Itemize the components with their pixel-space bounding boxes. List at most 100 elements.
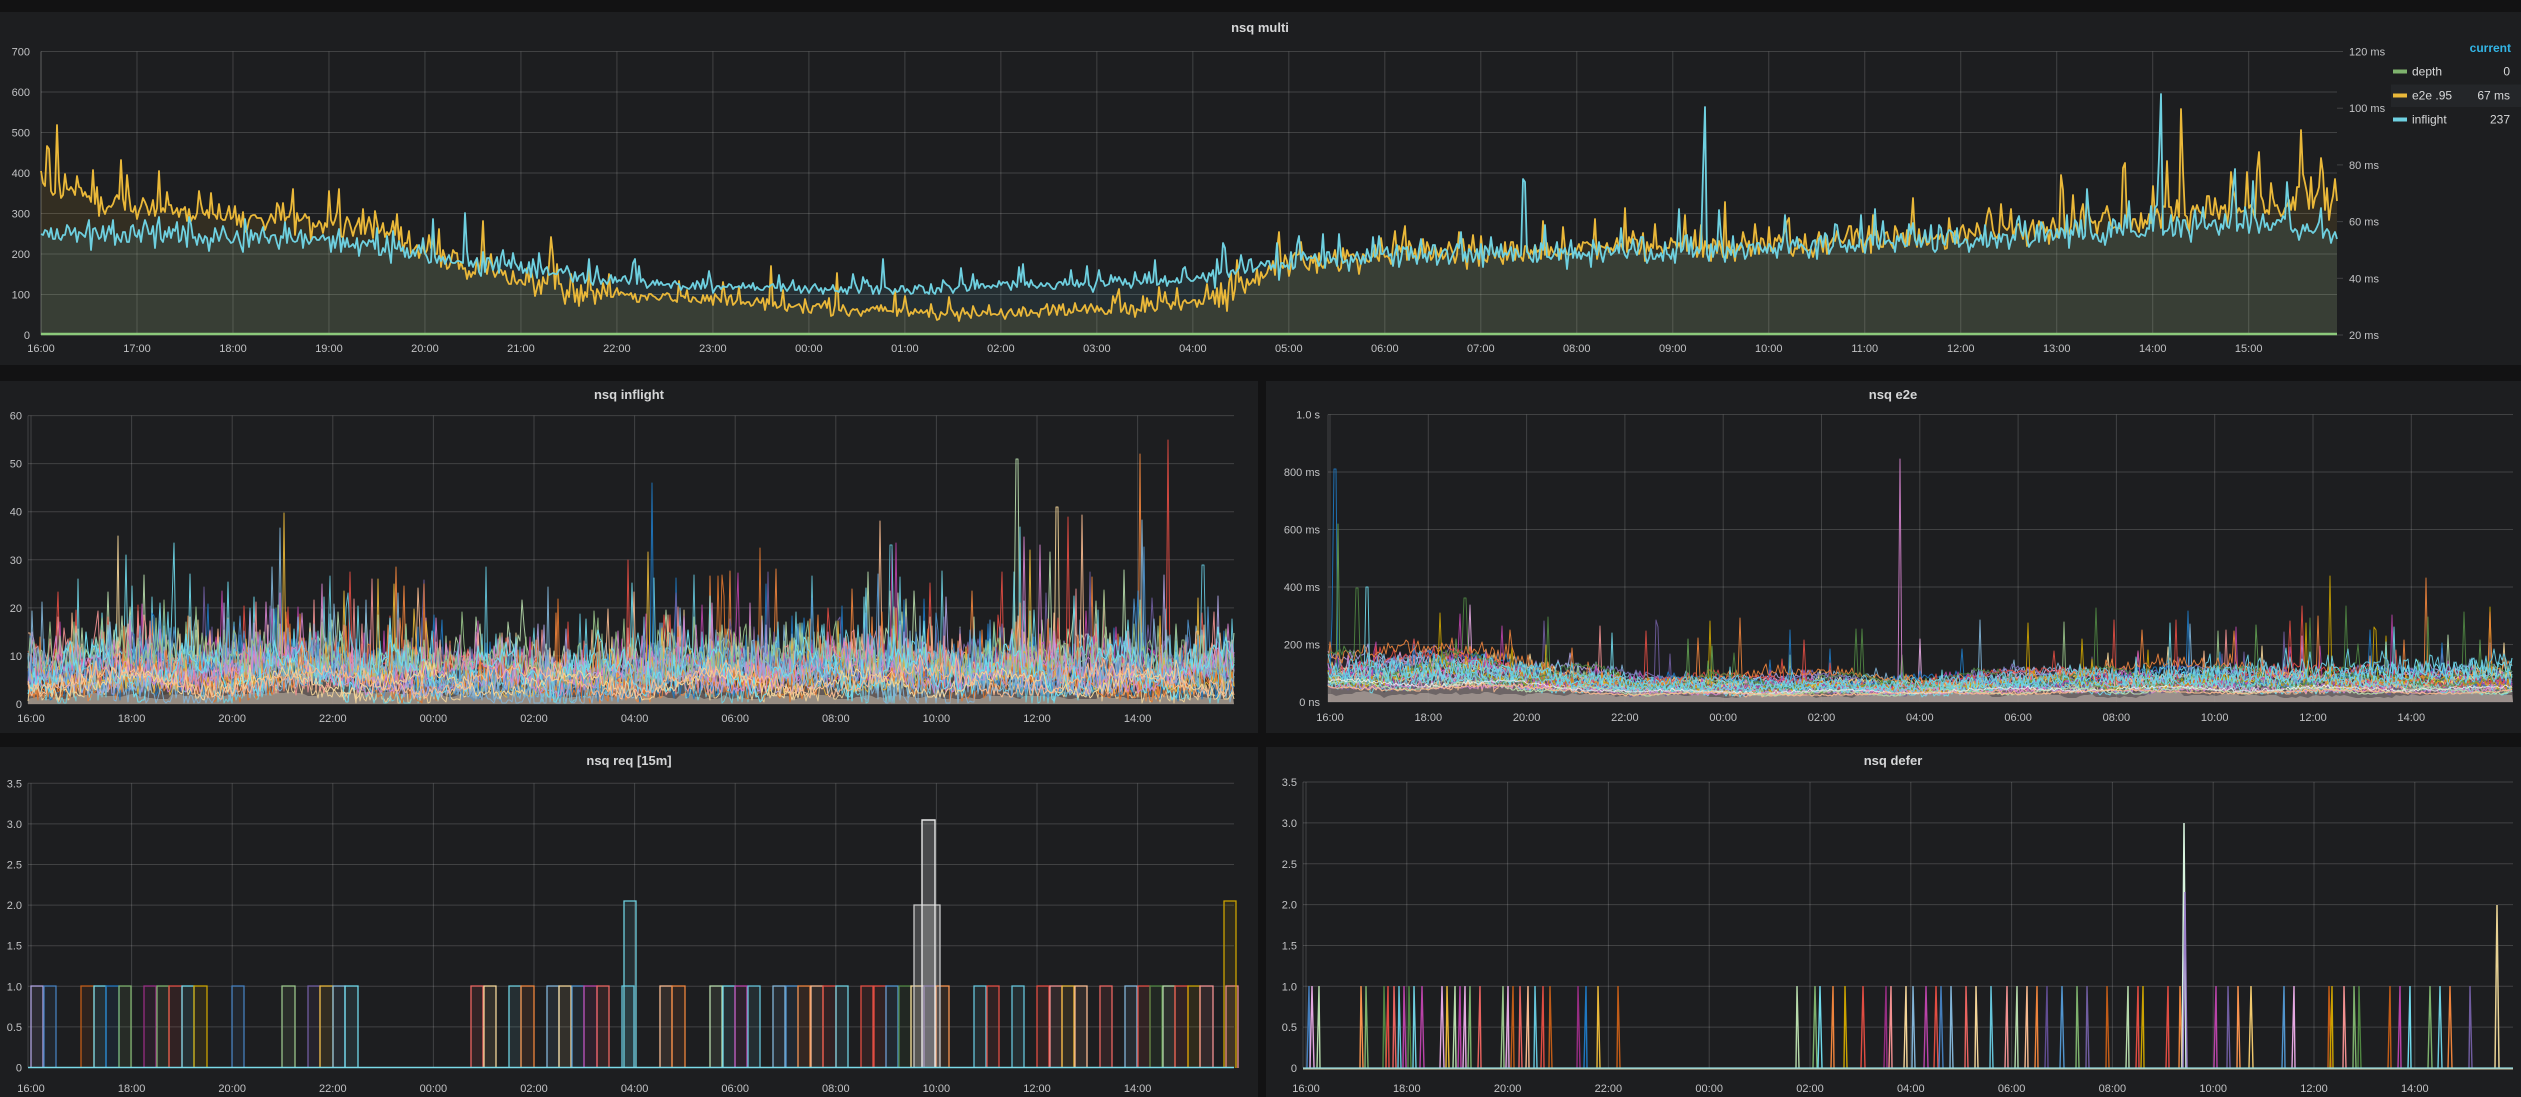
svg-text:60 ms: 60 ms <box>2349 217 2379 229</box>
svg-text:3.0: 3.0 <box>7 819 22 831</box>
svg-text:12:00: 12:00 <box>1947 343 1975 355</box>
svg-text:14:00: 14:00 <box>2139 343 2167 355</box>
svg-text:02:00: 02:00 <box>1796 1083 1824 1095</box>
svg-text:16:00: 16:00 <box>1292 1083 1320 1095</box>
svg-text:60: 60 <box>10 411 22 423</box>
svg-text:18:00: 18:00 <box>118 1083 146 1095</box>
svg-text:00:00: 00:00 <box>420 1083 448 1095</box>
svg-text:20:00: 20:00 <box>1494 1083 1522 1095</box>
svg-text:17:00: 17:00 <box>123 343 151 355</box>
svg-text:700: 700 <box>12 47 30 59</box>
svg-text:10:00: 10:00 <box>923 1083 951 1095</box>
svg-text:12:00: 12:00 <box>1023 713 1051 725</box>
svg-text:00:00: 00:00 <box>420 713 448 725</box>
svg-text:11:00: 11:00 <box>1851 343 1878 355</box>
svg-text:20: 20 <box>10 603 22 615</box>
svg-text:00:00: 00:00 <box>795 343 823 355</box>
svg-text:10: 10 <box>10 651 22 663</box>
svg-text:08:00: 08:00 <box>2099 1083 2127 1095</box>
svg-text:100: 100 <box>12 290 30 302</box>
svg-text:10:00: 10:00 <box>2201 712 2229 724</box>
svg-text:22:00: 22:00 <box>1611 712 1639 724</box>
svg-text:06:00: 06:00 <box>1371 343 1399 355</box>
svg-text:00:00: 00:00 <box>1695 1083 1723 1095</box>
svg-text:3.5: 3.5 <box>1282 777 1297 789</box>
svg-text:22:00: 22:00 <box>319 713 347 725</box>
svg-text:19:00: 19:00 <box>315 343 343 355</box>
svg-text:1.5: 1.5 <box>7 941 22 953</box>
svg-text:current: current <box>2470 41 2511 55</box>
svg-text:12:00: 12:00 <box>2300 1083 2328 1095</box>
svg-text:18:00: 18:00 <box>118 713 146 725</box>
svg-text:600 ms: 600 ms <box>1284 525 1321 537</box>
svg-text:0: 0 <box>16 1063 22 1075</box>
svg-text:00:00: 00:00 <box>1709 712 1737 724</box>
svg-text:40 ms: 40 ms <box>2349 273 2379 285</box>
svg-text:120 ms: 120 ms <box>2349 47 2386 59</box>
svg-text:08:00: 08:00 <box>2103 712 2131 724</box>
svg-text:04:00: 04:00 <box>1906 712 1934 724</box>
svg-text:22:00: 22:00 <box>319 1083 347 1095</box>
svg-text:18:00: 18:00 <box>219 343 247 355</box>
svg-text:21:00: 21:00 <box>507 343 535 355</box>
svg-text:16:00: 16:00 <box>17 713 45 725</box>
svg-text:18:00: 18:00 <box>1393 1083 1421 1095</box>
svg-text:200: 200 <box>12 249 30 261</box>
svg-text:04:00: 04:00 <box>1179 343 1207 355</box>
svg-text:02:00: 02:00 <box>520 1083 548 1095</box>
svg-text:07:00: 07:00 <box>1467 343 1495 355</box>
svg-text:20:00: 20:00 <box>218 1083 246 1095</box>
svg-text:16:00: 16:00 <box>27 343 55 355</box>
svg-text:3.5: 3.5 <box>7 778 22 790</box>
svg-text:0.5: 0.5 <box>1282 1022 1297 1034</box>
svg-text:08:00: 08:00 <box>822 713 850 725</box>
svg-text:2.0: 2.0 <box>7 900 22 912</box>
svg-text:20:00: 20:00 <box>411 343 439 355</box>
svg-text:04:00: 04:00 <box>1897 1083 1925 1095</box>
svg-text:30: 30 <box>10 555 22 567</box>
svg-text:2.5: 2.5 <box>1282 859 1297 871</box>
svg-text:500: 500 <box>12 128 30 140</box>
svg-text:14:00: 14:00 <box>1124 713 1152 725</box>
svg-text:14:00: 14:00 <box>2398 712 2426 724</box>
svg-text:08:00: 08:00 <box>1563 343 1591 355</box>
svg-text:600: 600 <box>12 87 30 99</box>
svg-text:1.0: 1.0 <box>7 981 22 993</box>
svg-text:12:00: 12:00 <box>1023 1083 1051 1095</box>
svg-text:06:00: 06:00 <box>1998 1083 2026 1095</box>
svg-text:40: 40 <box>10 507 22 519</box>
svg-text:13:00: 13:00 <box>2043 343 2071 355</box>
svg-text:800 ms: 800 ms <box>1284 467 1321 479</box>
svg-text:0: 0 <box>16 699 22 711</box>
svg-text:02:00: 02:00 <box>987 343 1015 355</box>
svg-text:02:00: 02:00 <box>520 713 548 725</box>
svg-text:15:00: 15:00 <box>2235 343 2263 355</box>
svg-text:e2e .95: e2e .95 <box>2412 89 2452 103</box>
svg-text:22:00: 22:00 <box>1595 1083 1623 1095</box>
svg-text:10:00: 10:00 <box>2199 1083 2227 1095</box>
svg-text:nsq multi: nsq multi <box>1231 20 1289 35</box>
svg-text:06:00: 06:00 <box>721 713 749 725</box>
svg-text:200 ms: 200 ms <box>1284 640 1321 652</box>
svg-text:1.0 s: 1.0 s <box>1296 410 1320 422</box>
svg-text:300: 300 <box>12 209 30 221</box>
svg-text:3.0: 3.0 <box>1282 818 1297 830</box>
svg-text:depth: depth <box>2412 65 2442 79</box>
svg-text:80 ms: 80 ms <box>2349 160 2379 172</box>
svg-text:14:00: 14:00 <box>2401 1083 2429 1095</box>
svg-text:nsq req [15m]: nsq req [15m] <box>586 753 671 768</box>
svg-text:05:00: 05:00 <box>1275 343 1303 355</box>
svg-text:0: 0 <box>24 330 30 342</box>
svg-text:0: 0 <box>2503 65 2510 79</box>
svg-text:20:00: 20:00 <box>218 713 246 725</box>
svg-text:50: 50 <box>10 459 22 471</box>
svg-text:400: 400 <box>12 168 30 180</box>
svg-text:67 ms: 67 ms <box>2477 89 2510 103</box>
svg-text:04:00: 04:00 <box>621 1083 649 1095</box>
svg-text:0: 0 <box>1291 1063 1297 1075</box>
svg-text:04:00: 04:00 <box>621 713 649 725</box>
svg-text:100 ms: 100 ms <box>2349 103 2386 115</box>
svg-text:nsq inflight: nsq inflight <box>594 387 665 402</box>
svg-text:0 ns: 0 ns <box>1299 697 1320 709</box>
svg-text:237: 237 <box>2490 113 2510 127</box>
